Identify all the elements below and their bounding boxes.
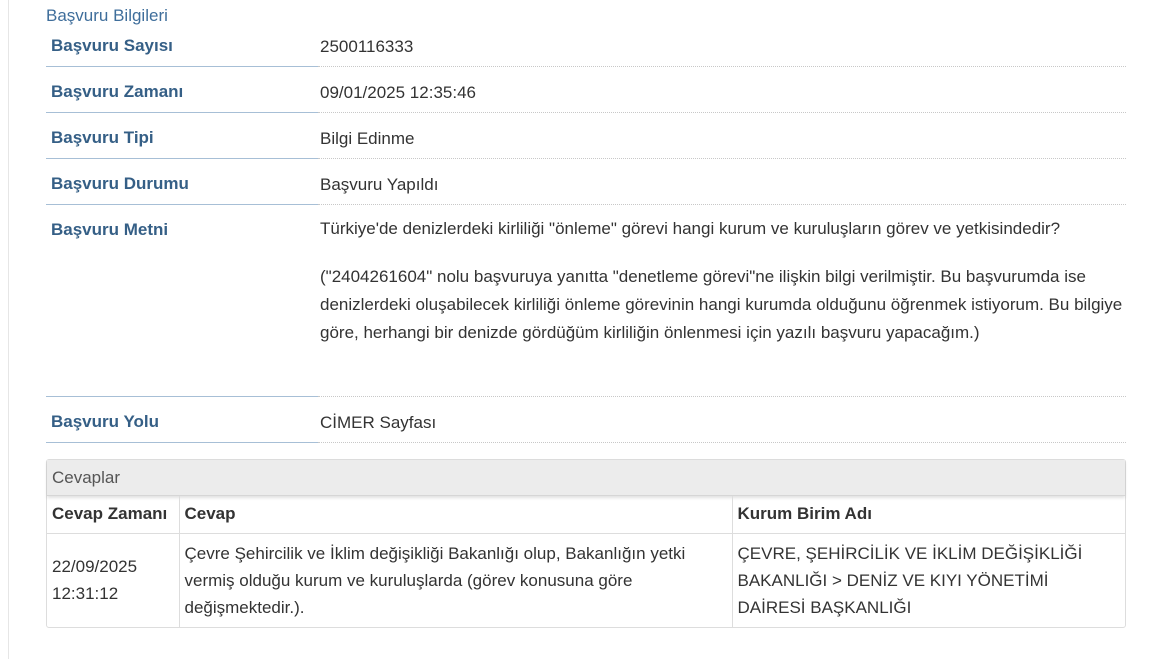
info-row-text: Başvuru Metni Türkiye'de denizlerdeki ki…: [46, 211, 1126, 397]
info-label: Başvuru Yolu: [46, 403, 318, 443]
info-value: 2500116333: [318, 27, 1126, 67]
info-row-status: Başvuru Durumu Başvuru Yapıldı: [46, 165, 1126, 205]
application-details-page: Başvuru Bilgileri Başvuru Sayısı 2500116…: [0, 0, 1158, 659]
info-label: Başvuru Durumu: [46, 165, 318, 205]
info-value: Türkiye'de denizlerdeki kirliliği "önlem…: [318, 211, 1126, 397]
left-border: [8, 0, 9, 659]
application-text-paragraph: ("2404261604" nolu başvuruya yanıtta "de…: [320, 267, 1123, 342]
info-label: Başvuru Metni: [46, 211, 318, 397]
application-text-paragraph: Türkiye'de denizlerdeki kirliliği "önlem…: [320, 219, 1061, 238]
unit-name-cell: ÇEVRE, ŞEHİRCİLİK VE İKLİM DEĞİŞİKLİĞİ B…: [737, 543, 1083, 617]
info-label: Başvuru Tipi: [46, 119, 318, 159]
column-header-answer: Cevap: [179, 496, 733, 534]
application-info-list: Başvuru Sayısı 2500116333 Başvuru Zamanı…: [46, 27, 1126, 443]
info-value: Başvuru Yapıldı: [318, 165, 1126, 205]
info-row-channel: Başvuru Yolu CİMER Sayfası: [46, 403, 1126, 443]
table-row: 22/09/2025 12:31:12 Çevre Şehircilik ve …: [47, 533, 1125, 627]
answer-time-cell: 22/09/2025 12:31:12: [47, 533, 180, 627]
answers-panel: Cevaplar Cevap Zamanı Cevap Kurum Birim …: [46, 459, 1126, 628]
info-label: Başvuru Zamanı: [46, 73, 318, 113]
answers-table: Cevap Zamanı Cevap Kurum Birim Adı 22/09…: [47, 496, 1125, 627]
answer-text-cell: Çevre Şehircilik ve İklim değişikliği Ba…: [179, 533, 733, 627]
column-header-unit: Kurum Birim Adı: [732, 496, 1125, 534]
info-row-number: Başvuru Sayısı 2500116333: [46, 27, 1126, 67]
info-value: CİMER Sayfası: [318, 403, 1126, 443]
column-header-answer-time: Cevap Zamanı: [47, 496, 180, 534]
answer-clock: 12:31:12: [52, 583, 119, 603]
section-title: Başvuru Bilgileri: [46, 6, 168, 25]
info-value: 09/01/2025 12:35:46: [318, 73, 1126, 113]
table-header-row: Cevap Zamanı Cevap Kurum Birim Adı: [47, 496, 1125, 534]
info-row-time: Başvuru Zamanı 09/01/2025 12:35:46: [46, 73, 1126, 113]
info-label: Başvuru Sayısı: [46, 27, 318, 67]
info-row-type: Başvuru Tipi Bilgi Edinme: [46, 119, 1126, 159]
answers-panel-title: Cevaplar: [47, 460, 1125, 496]
answer-date: 22/09/2025: [52, 556, 138, 576]
info-value: Bilgi Edinme: [318, 119, 1126, 159]
